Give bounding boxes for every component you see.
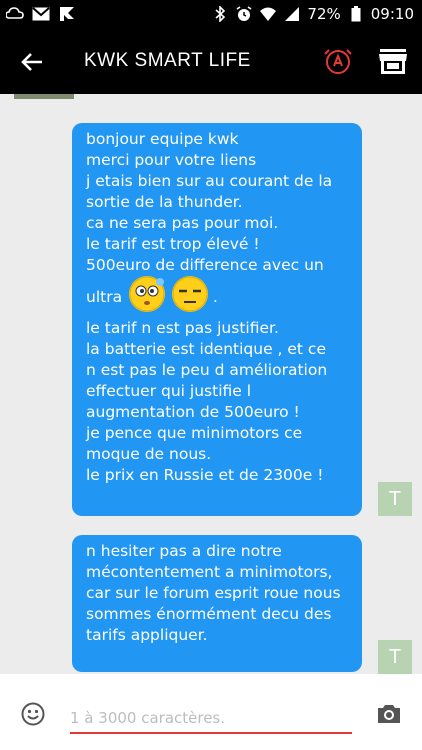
message-line: car sur le forum esprit roue nous — [86, 584, 341, 602]
message-composer — [0, 674, 422, 750]
wifi-icon — [259, 5, 277, 23]
app-bar: KWK SMART LIFE — [0, 30, 422, 94]
message-line: moque de nous. — [86, 445, 212, 463]
battery-percentage: 72% — [307, 5, 341, 23]
camera-icon[interactable] — [376, 702, 402, 726]
cloud-sync-icon — [6, 5, 24, 23]
message-line: sommes énormément decu des — [86, 605, 332, 623]
message-line: tarifs appliquer. — [86, 626, 208, 644]
message-line: sortie de la thunder. — [86, 193, 243, 211]
message-line: effectuer qui justifie l — [86, 382, 252, 400]
signal-icon — [283, 5, 301, 23]
emoji-icon[interactable] — [21, 702, 45, 726]
message-line: j etais bien sur au courant de la — [86, 172, 333, 190]
message-line: je pence que minimotors ce — [86, 424, 303, 442]
message-line: merci pour votre liens — [86, 151, 257, 169]
message-bubble: n hesiter pas a dire notre mécontentemen… — [72, 535, 362, 672]
message-bubble: bonjour equipe kwk merci pour votre lien… — [72, 123, 362, 516]
message-line: 500euro de difference avec un — [86, 256, 324, 274]
message-line: augmentation de 500euro ! — [86, 403, 300, 421]
page-title: KWK SMART LIFE — [84, 50, 251, 71]
thinking-face-icon — [129, 276, 166, 312]
unamused-face-icon — [171, 276, 208, 312]
message-line: le prix en Russie et de 2300e ! — [86, 466, 324, 484]
previous-message-image — [14, 94, 74, 99]
message-line-with-emoji: ultra . — [86, 276, 350, 318]
message-line: le tarif est trop élevé ! — [86, 235, 260, 253]
message-line: la batterie est identique , et ce — [86, 340, 326, 358]
message-line: le tarif n est pas justifier. — [86, 319, 279, 337]
message-line: bonjour equipe kwk — [86, 130, 239, 148]
flipboard-icon — [58, 5, 76, 23]
message-line: mécontentement a minimotors, — [86, 563, 333, 581]
message-text: ultra — [86, 288, 123, 306]
store-icon[interactable] — [378, 48, 408, 76]
bluetooth-icon — [211, 5, 229, 23]
avatar[interactable]: T — [378, 640, 412, 674]
status-time: 09:10 — [370, 5, 414, 23]
alarm-icon — [235, 5, 253, 23]
message-text: . — [212, 288, 218, 306]
status-bar: 72% 09:10 — [0, 0, 422, 30]
back-arrow-icon[interactable] — [18, 48, 46, 76]
battery-icon — [347, 5, 365, 23]
message-line: n hesiter pas a dire notre — [86, 542, 282, 560]
mail-icon — [32, 5, 50, 23]
message-line: n est pas le peu d amélioration — [86, 361, 328, 379]
message-line: ca ne sera pas pour moi. — [86, 214, 279, 232]
avatar[interactable]: T — [378, 482, 412, 516]
message-input[interactable] — [70, 704, 352, 734]
auto-alert-icon[interactable] — [323, 47, 353, 77]
